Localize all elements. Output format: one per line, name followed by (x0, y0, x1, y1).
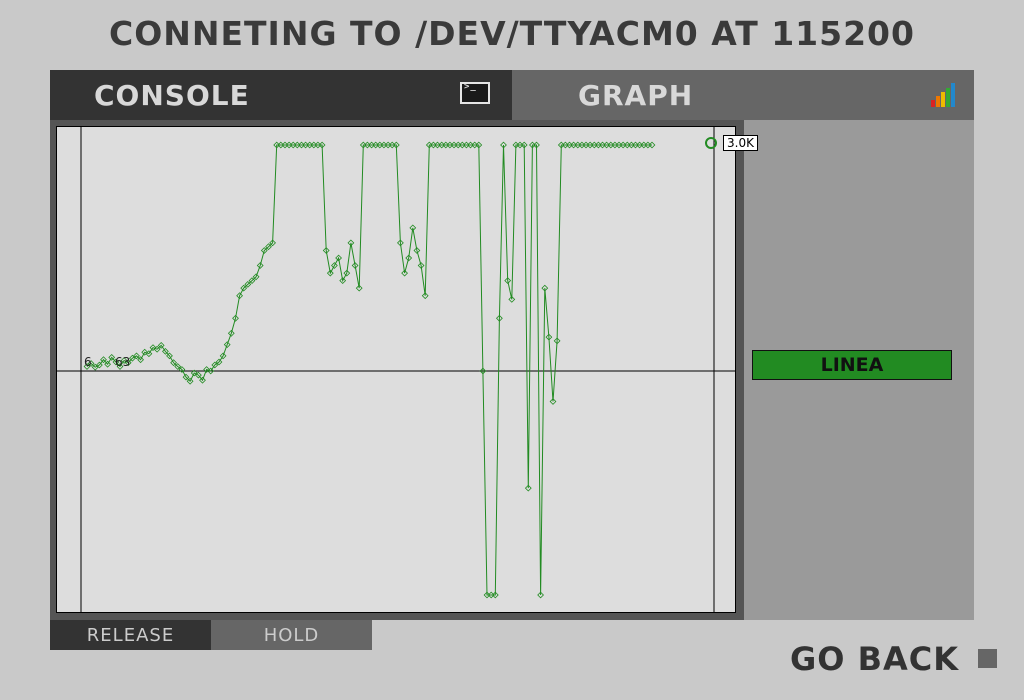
linea-button[interactable]: LINEA (752, 350, 952, 380)
hold-button[interactable]: HOLD (211, 620, 372, 650)
connection-title: CONNETING TO /DEV/TTYACM0 AT 115200 (109, 14, 915, 53)
release-button[interactable]: RELEASE (50, 620, 211, 650)
current-value-label: 3.0K (723, 135, 758, 151)
bar-chart-icon[interactable] (930, 82, 956, 108)
current-value-marker (705, 137, 717, 149)
tab-graph[interactable]: GRAPH (512, 70, 974, 120)
baseline-label-left: 6 (84, 355, 92, 369)
series-line (86, 144, 652, 596)
tab-console-label: CONSOLE (94, 78, 250, 112)
serial-plot (57, 127, 735, 612)
tab-console[interactable]: CONSOLE (50, 70, 512, 120)
series-line-group (83, 141, 656, 599)
go-back-button[interactable]: GO BACK (790, 638, 960, 680)
terminal-icon[interactable] (460, 82, 490, 104)
baseline-label-right: 63 (115, 355, 131, 369)
plot-area: 6 63 (56, 126, 736, 613)
stop-icon[interactable] (978, 649, 997, 668)
tab-bar: CONSOLE GRAPH (50, 70, 974, 120)
tab-graph-label: GRAPH (578, 78, 694, 112)
